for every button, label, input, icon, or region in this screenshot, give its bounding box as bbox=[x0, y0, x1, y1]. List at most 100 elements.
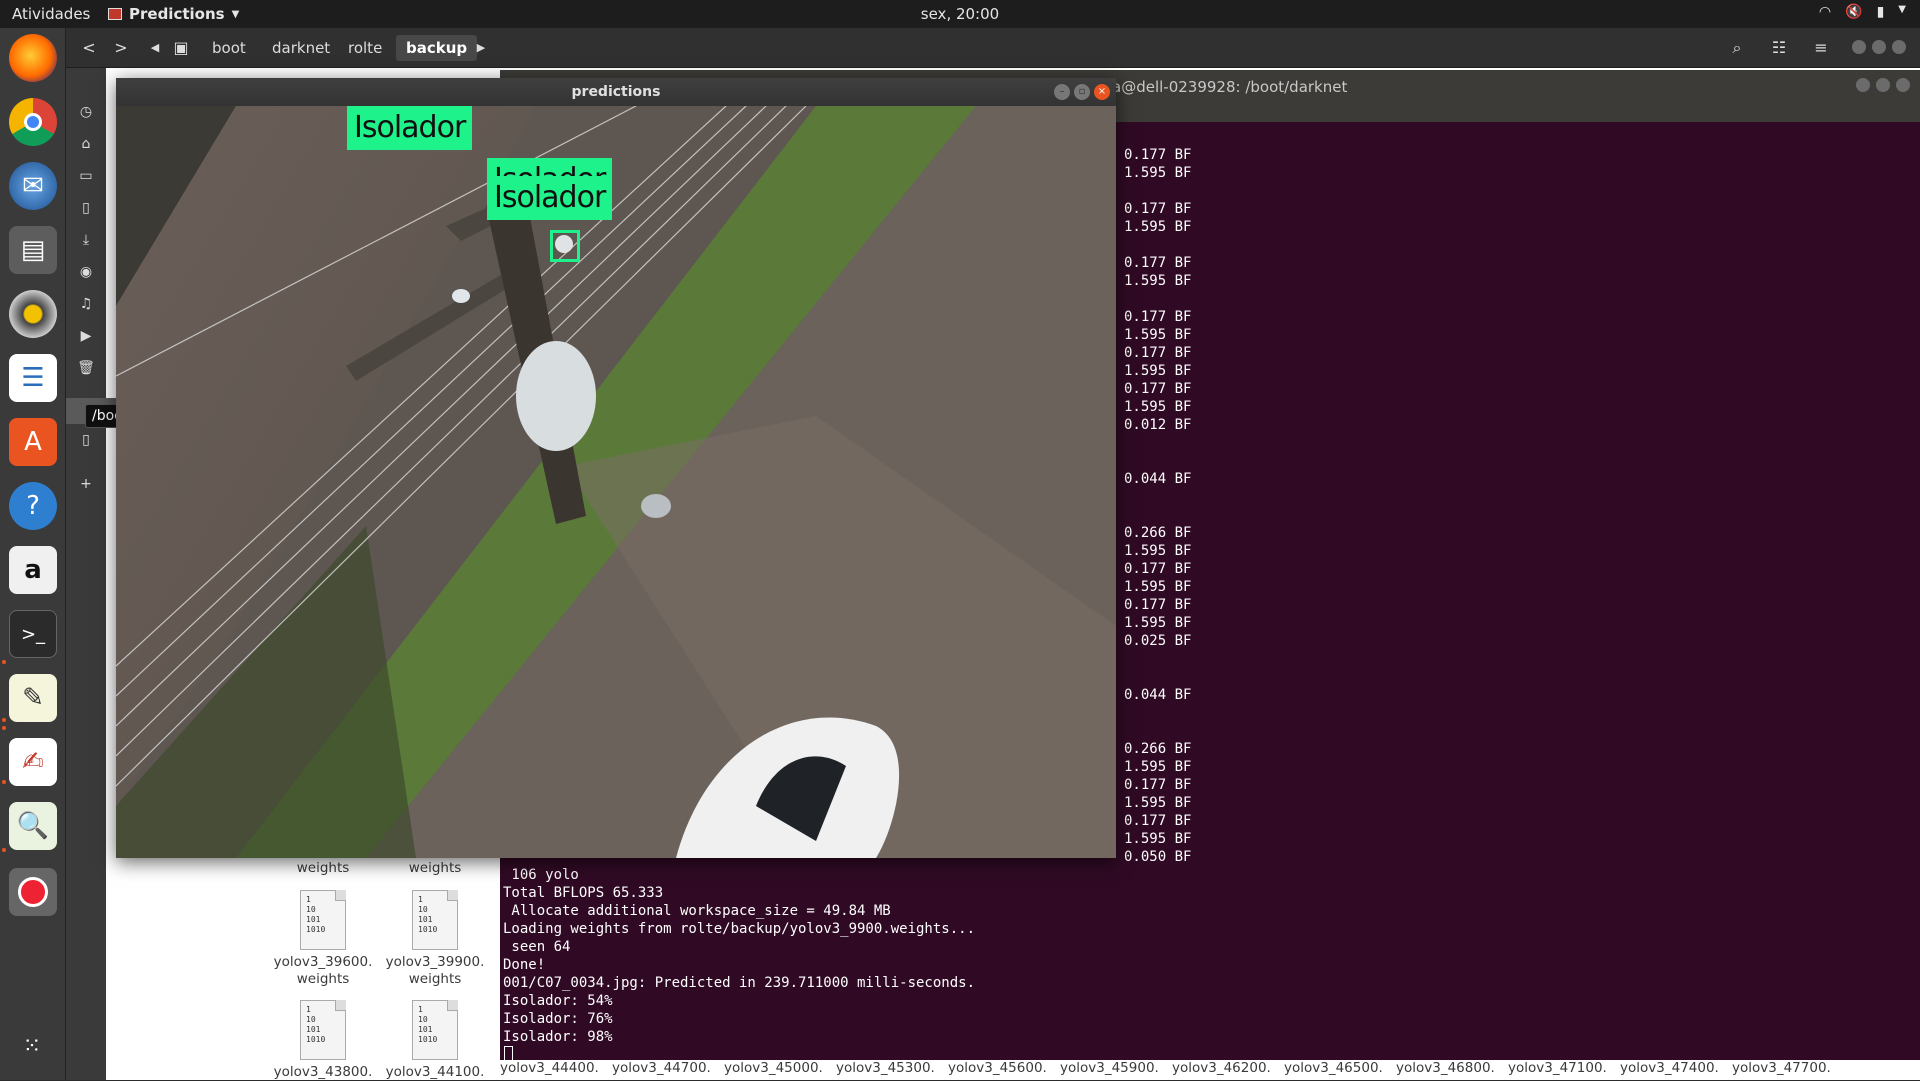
file-name[interactable]: yolov3_46500. bbox=[1284, 1060, 1396, 1076]
maximize-button[interactable] bbox=[1872, 40, 1886, 54]
search-icon[interactable]: ⌕ bbox=[1722, 35, 1752, 61]
file-name[interactable]: yolov3_45600. bbox=[948, 1060, 1060, 1076]
running-indicator bbox=[2, 718, 6, 722]
crumb-darknet[interactable]: darknet bbox=[262, 35, 340, 61]
running-indicator bbox=[2, 726, 6, 730]
image-viewer-icon[interactable]: 🔍 bbox=[9, 802, 57, 850]
apps-grid-icon[interactable]: ⁙ bbox=[9, 1022, 57, 1070]
music-icon[interactable]: ♫ bbox=[74, 296, 98, 316]
file-name-ext: weights bbox=[296, 971, 350, 987]
file-name[interactable]: yolov3_44700. bbox=[612, 1060, 724, 1076]
files-bottom-row: yolov3_44400. yolov3_44700. yolov3_45000. y… bbox=[500, 1060, 1920, 1080]
detection-label: Isolador bbox=[487, 176, 613, 220]
file-name: yolov3_39600. bbox=[273, 954, 373, 970]
bookmark-doc-icon[interactable]: ▯ bbox=[74, 432, 98, 452]
file-name[interactable]: yolov3_44400. bbox=[500, 1060, 612, 1076]
trash-icon[interactable]: 🗑 bbox=[74, 360, 98, 380]
binary-file-icon: 1 10 101 1010 bbox=[300, 890, 346, 950]
terminal-log-output: 106 yolo Total BFLOPS 65.333 Allocate ad… bbox=[503, 867, 976, 1045]
file-item[interactable]: 1 10 101 1010 yolov3_44100. bbox=[380, 1000, 490, 1081]
minimize-button[interactable] bbox=[1852, 40, 1866, 54]
software-icon[interactable]: A bbox=[9, 418, 57, 466]
drive-icon[interactable]: ▣ bbox=[166, 35, 196, 61]
minimize-button[interactable] bbox=[1856, 78, 1870, 92]
files-window-controls[interactable] bbox=[1852, 40, 1906, 54]
back-button[interactable]: < bbox=[74, 35, 104, 61]
chevron-down-icon: ▼ bbox=[1898, 4, 1906, 15]
maximize-button[interactable] bbox=[1876, 78, 1890, 92]
file-item[interactable]: 1 10 101 1010 yolov3_43800. bbox=[268, 1000, 378, 1081]
binary-file-icon: 1 10 101 1010 bbox=[300, 1000, 346, 1060]
help-icon[interactable]: ? bbox=[9, 482, 57, 530]
file-name[interactable]: yolov3_47400. bbox=[1620, 1060, 1732, 1076]
file-name[interactable]: yolov3_46800. bbox=[1396, 1060, 1508, 1076]
file-name: weights bbox=[408, 860, 462, 876]
close-button[interactable] bbox=[1892, 40, 1906, 54]
file-name: yolov3_43800. bbox=[273, 1064, 373, 1080]
terminal-icon[interactable]: >_ bbox=[9, 610, 57, 658]
transformer bbox=[516, 341, 596, 451]
close-button[interactable] bbox=[1896, 78, 1910, 92]
street-lamp bbox=[641, 494, 671, 518]
folder-icon[interactable]: ▭ bbox=[74, 168, 98, 188]
crumb-rolte[interactable]: rolte bbox=[338, 35, 392, 61]
video-icon[interactable]: ▶ bbox=[74, 328, 98, 348]
running-indicator bbox=[2, 848, 6, 852]
crumb-backup[interactable]: backup bbox=[396, 35, 478, 61]
running-indicator bbox=[2, 660, 6, 664]
amazon-icon[interactable]: a bbox=[9, 546, 57, 594]
thunderbird-icon[interactable]: ✉ bbox=[9, 162, 57, 210]
files-header: < > ◀ ▣ boot darknet rolte backup ▶ ⌕ ☷ … bbox=[66, 28, 1920, 68]
writer-icon[interactable]: ☰ bbox=[9, 354, 57, 402]
document-icon[interactable]: ▯ bbox=[74, 200, 98, 220]
file-name[interactable]: yolov3_45300. bbox=[836, 1060, 948, 1076]
recent-icon[interactable]: ◷ bbox=[74, 104, 98, 124]
home-icon[interactable]: ⌂ bbox=[74, 136, 98, 156]
menu-icon[interactable]: ≡ bbox=[1806, 35, 1836, 61]
insulator-1 bbox=[452, 289, 470, 303]
file-name[interactable]: yolov3_45900. bbox=[1060, 1060, 1172, 1076]
evince-icon[interactable]: ✍ bbox=[9, 738, 57, 786]
wifi-icon: ◠ bbox=[1818, 4, 1832, 20]
view-list-icon[interactable]: ☷ bbox=[1764, 35, 1794, 61]
predictions-window: predictions – ▫ × Isolador Isolador bbox=[116, 78, 1116, 858]
camera-icon[interactable]: ◉ bbox=[74, 264, 98, 284]
close-button[interactable]: × bbox=[1094, 84, 1110, 100]
aerial-scene bbox=[116, 106, 1116, 858]
terminal-title: a@dell-0239928: /boot/darknet bbox=[1112, 78, 1348, 96]
minimize-button[interactable]: – bbox=[1054, 84, 1070, 100]
files-icon[interactable]: ▤ bbox=[9, 226, 57, 274]
rhythmbox-icon[interactable] bbox=[9, 290, 57, 338]
gedit-icon[interactable]: ✎ bbox=[9, 674, 57, 722]
download-icon[interactable]: ⤓ bbox=[74, 232, 98, 252]
detection-box bbox=[550, 230, 580, 262]
clock[interactable]: sex, 20:00 bbox=[0, 5, 1920, 23]
file-name[interactable]: yolov3_45000. bbox=[724, 1060, 836, 1076]
firefox-icon[interactable] bbox=[9, 34, 57, 82]
add-location-icon[interactable]: + bbox=[74, 476, 98, 496]
running-indicator bbox=[2, 780, 6, 784]
file-name[interactable]: yolov3_46200. bbox=[1172, 1060, 1284, 1076]
crumb-boot[interactable]: boot bbox=[202, 35, 256, 61]
terminal-window-controls[interactable] bbox=[1856, 78, 1910, 92]
detection-label: Isolador bbox=[347, 106, 473, 150]
file-name[interactable]: yolov3_47100. bbox=[1508, 1060, 1620, 1076]
maximize-button[interactable]: ▫ bbox=[1074, 84, 1090, 100]
block-icon[interactable] bbox=[9, 868, 57, 916]
places-sidebar: ◷ ⌂ ▭ ▯ ⤓ ◉ ♫ ▶ 🗑 ▭ ▯ + bbox=[66, 68, 116, 1080]
terminal-bf-output: 0.177 BF 1.595 BF 0.177 BF 1.595 BF 0.17… bbox=[1124, 147, 1192, 865]
predictions-titlebar[interactable]: predictions bbox=[116, 78, 1116, 106]
file-item[interactable]: 1 10 101 1010 yolov3_39900. weights bbox=[380, 890, 490, 988]
system-tray[interactable]: ◠ 🔇 ▮ ▼ bbox=[1819, 4, 1906, 20]
forward-button[interactable]: > bbox=[106, 35, 136, 61]
dock: ✉ ▤ ☰ A ? a >_ ✎ ✍ 🔍 ⁙ bbox=[0, 28, 66, 1080]
file-item[interactable]: weights bbox=[268, 860, 378, 877]
binary-file-icon: 1 10 101 1010 bbox=[412, 890, 458, 950]
chrome-icon[interactable] bbox=[9, 98, 57, 146]
file-name[interactable]: yolov3_47700. bbox=[1732, 1060, 1844, 1076]
file-name: yolov3_39900. bbox=[385, 954, 485, 970]
file-item[interactable]: 1 10 101 1010 yolov3_39600. weights bbox=[268, 890, 378, 988]
predictions-window-controls[interactable]: – ▫ × bbox=[1054, 84, 1110, 100]
file-item[interactable]: weights bbox=[380, 860, 490, 877]
crumb-right-arrow[interactable]: ▶ bbox=[466, 35, 496, 61]
